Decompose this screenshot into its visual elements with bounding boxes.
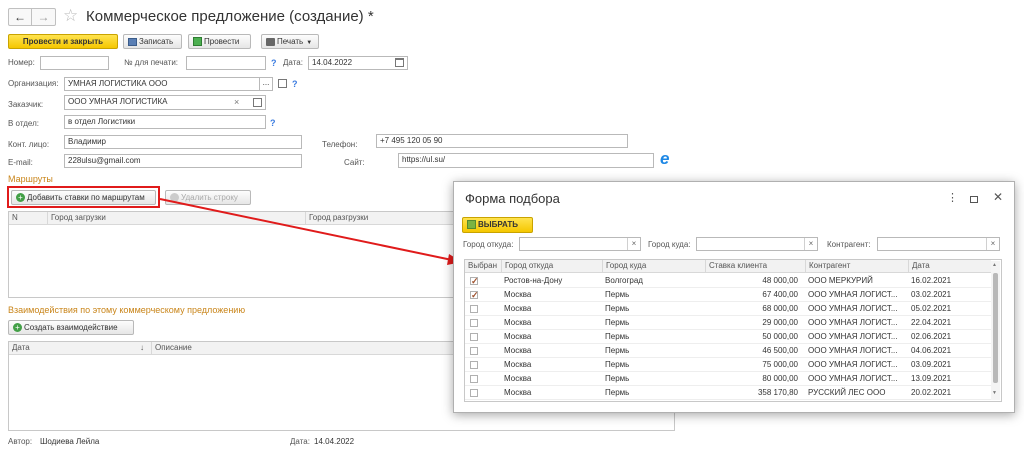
from-city-cell: Москва <box>504 318 532 327</box>
rate-cell: 29 000,00 <box>762 318 798 327</box>
scrollbar-thumb[interactable] <box>993 273 998 383</box>
to-city-filter[interactable] <box>696 237 818 251</box>
table-row[interactable]: Москва Пермь 29 000,00 ООО УМНАЯ ЛОГИСТ... 2… <box>465 316 991 330</box>
dialog-title: Форма подбора <box>465 191 560 206</box>
from-city-cell: Москва <box>504 388 532 397</box>
from-city-cell: Москва <box>504 332 532 341</box>
from-city-cell: Москва <box>504 374 532 383</box>
contractor-cell: ООО УМНАЯ ЛОГИСТ... <box>808 346 898 355</box>
contractor-cell: ООО УМНАЯ ЛОГИСТ... <box>808 360 898 369</box>
rate-cell: 68 000,00 <box>762 304 798 313</box>
date-cell: 03.02.2021 <box>911 290 952 299</box>
select-label: ВЫБРАТЬ <box>478 220 519 229</box>
table-row[interactable]: Москва Пермь 50 000,00 ООО УМНАЯ ЛОГИСТ... 0… <box>465 330 991 344</box>
selected-checkbox[interactable] <box>470 361 478 369</box>
to-city-cell: Пермь <box>605 304 630 313</box>
selected-checkbox[interactable] <box>470 275 479 288</box>
date-cell: 04.06.2021 <box>911 346 952 355</box>
maximize-icon[interactable] <box>970 196 978 203</box>
scroll-down-icon[interactable]: ▼ <box>992 390 997 396</box>
table-row[interactable]: Москва Пермь 80 000,00 ООО УМНАЯ ЛОГИСТ... 1… <box>465 372 991 386</box>
selected-checkbox[interactable] <box>470 375 478 383</box>
rate-cell: 46 500,00 <box>762 346 798 355</box>
from-city-label: Город откуда: <box>463 240 514 249</box>
rate-cell: 358 170,80 <box>757 388 798 397</box>
clear-icon[interactable]: × <box>627 238 640 250</box>
select-button[interactable]: ВЫБРАТЬ <box>462 217 533 233</box>
contractor-cell: ООО УМНАЯ ЛОГИСТ... <box>808 332 898 341</box>
from-city-filter[interactable] <box>519 237 641 251</box>
to-city-cell: Пермь <box>605 388 630 397</box>
select-icon <box>467 220 476 230</box>
from-city-cell: Москва <box>504 304 532 313</box>
column-header[interactable]: Ставка клиента <box>705 260 805 272</box>
rate-cell: 67 400,00 <box>762 290 798 299</box>
selected-checkbox[interactable] <box>470 333 478 341</box>
from-city-cell: Москва <box>504 360 532 369</box>
column-header[interactable]: Город откуда <box>501 260 602 272</box>
table-row[interactable]: Москва Пермь 68 000,00 ООО УМНАЯ ЛОГИСТ... 0… <box>465 302 991 316</box>
to-city-cell: Пермь <box>605 318 630 327</box>
column-header[interactable]: Дата <box>908 260 991 272</box>
contractor-label: Контрагент: <box>827 240 871 249</box>
to-city-cell: Волгоград <box>605 276 643 285</box>
selection-table-header: Выбран Город откуда Город куда Ставка кл… <box>465 260 991 273</box>
selected-checkbox[interactable] <box>470 347 478 355</box>
to-city-cell: Пермь <box>605 374 630 383</box>
from-city-cell: Москва <box>504 346 532 355</box>
clear-icon[interactable]: × <box>804 238 817 250</box>
to-city-cell: Пермь <box>605 360 630 369</box>
to-city-cell: Пермь <box>605 290 630 299</box>
column-header[interactable]: Город куда <box>602 260 705 272</box>
selected-checkbox[interactable] <box>470 305 478 313</box>
to-city-cell: Пермь <box>605 346 630 355</box>
from-city-cell: Москва <box>504 290 532 299</box>
date-cell: 05.02.2021 <box>911 304 952 313</box>
selected-checkbox[interactable] <box>470 319 478 327</box>
rate-cell: 80 000,00 <box>762 374 798 383</box>
contractor-filter[interactable] <box>877 237 1000 251</box>
date-cell: 20.02.2021 <box>911 388 952 397</box>
rate-cell: 50 000,00 <box>762 332 798 341</box>
more-icon[interactable]: ⋮ <box>947 191 958 204</box>
table-row[interactable]: Москва Пермь 46 500,00 ООО УМНАЯ ЛОГИСТ... 0… <box>465 344 991 358</box>
to-city-cell: Пермь <box>605 332 630 341</box>
contractor-cell: ООО УМНАЯ ЛОГИСТ... <box>808 304 898 313</box>
selected-checkbox[interactable] <box>470 289 479 302</box>
clear-icon[interactable]: × <box>986 238 999 250</box>
rate-cell: 75 000,00 <box>762 360 798 369</box>
contractor-cell: ООО УМНАЯ ЛОГИСТ... <box>808 374 898 383</box>
contractor-cell: РУССКИЙ ЛЕС ООО <box>808 388 886 397</box>
to-city-label: Город куда: <box>648 240 691 249</box>
date-cell: 02.06.2021 <box>911 332 952 341</box>
scrollbar[interactable]: ▲ ▼ <box>991 261 1000 400</box>
selection-dialog: Форма подбора ⋮ ✕ ВЫБРАТЬ Город откуда: … <box>453 181 1015 413</box>
scroll-up-icon[interactable]: ▲ <box>992 262 997 268</box>
selection-table[interactable]: Выбран Город откуда Город куда Ставка кл… <box>464 259 1002 402</box>
date-cell: 13.09.2021 <box>911 374 952 383</box>
column-header[interactable]: Выбран <box>465 260 501 272</box>
close-icon[interactable]: ✕ <box>993 190 1003 204</box>
contractor-cell: ООО УМНАЯ ЛОГИСТ... <box>808 290 898 299</box>
table-row[interactable]: Москва Пермь 75 000,00 ООО УМНАЯ ЛОГИСТ... 0… <box>465 358 991 372</box>
from-city-cell: Ростов-на-Дону <box>504 276 563 285</box>
table-row[interactable]: Москва Пермь 67 400,00 ООО УМНАЯ ЛОГИСТ... 0… <box>465 288 991 302</box>
table-row[interactable]: Ростов-на-Дону Волгоград 48 000,00 ООО МЕРК… <box>465 274 991 288</box>
contractor-cell: ООО МЕРКУРИЙ <box>808 276 873 285</box>
contractor-cell: ООО УМНАЯ ЛОГИСТ... <box>808 318 898 327</box>
date-cell: 03.09.2021 <box>911 360 952 369</box>
selected-checkbox[interactable] <box>470 389 478 397</box>
column-header[interactable]: Контрагент <box>805 260 908 272</box>
rate-cell: 48 000,00 <box>762 276 798 285</box>
date-cell: 16.02.2021 <box>911 276 952 285</box>
date-cell: 22.04.2021 <box>911 318 952 327</box>
table-row[interactable]: Москва Пермь 358 170,80 РУССКИЙ ЛЕС ООО 20.0… <box>465 386 991 400</box>
